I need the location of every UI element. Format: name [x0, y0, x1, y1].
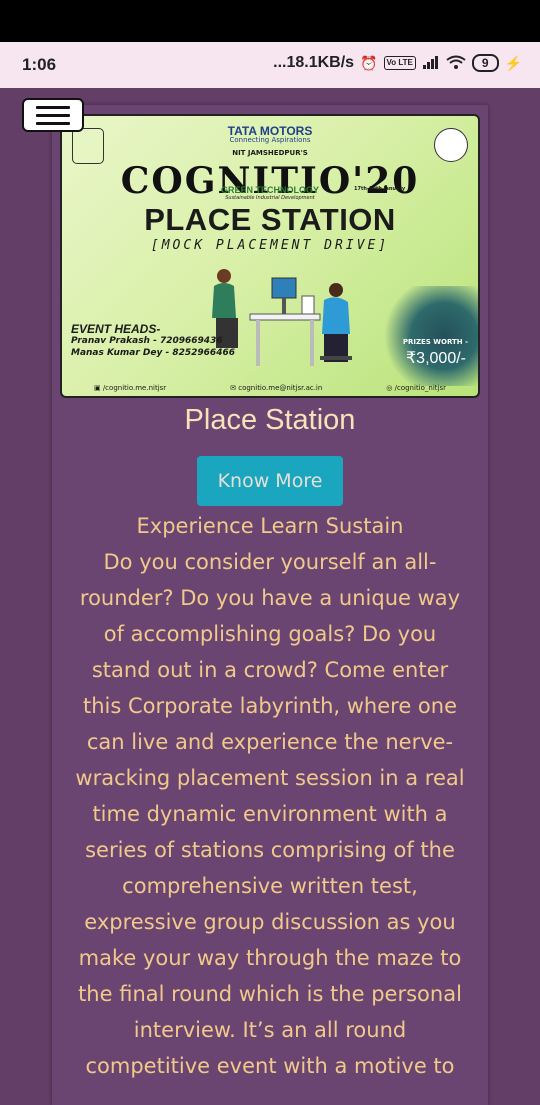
description-line: rounder? Do you have a unique way	[79, 586, 461, 610]
poster-dates: 17th-19th January	[354, 186, 406, 192]
description-line: make your way through the maze to	[78, 946, 462, 970]
signal-icon	[422, 55, 440, 72]
description-line: series of stations comprising of the	[85, 838, 455, 862]
poster-footer: ▣ /cognitio.me.nitjsr ✉ cognitio.me@nitj…	[62, 378, 478, 396]
email-contact: ✉ cognitio.me@nitjsr.ac.in	[230, 384, 322, 392]
hamburger-menu-button[interactable]	[22, 98, 84, 132]
poster-college: NIT JAMSHEDPUR'S	[232, 149, 308, 157]
instagram-handle: ◎ /cognitio_nitjsr	[386, 384, 446, 392]
email-text: cognitio.me@nitjsr.ac.in	[238, 384, 323, 392]
top-black-bar	[0, 0, 540, 42]
battery-icon: 9	[471, 54, 499, 72]
description-line: interview. It’s an all round	[133, 1018, 407, 1042]
status-icons: ...18.1KB/s ⏰ Vo LTE 9 ⚡	[273, 54, 522, 72]
event-poster: TATA MOTORS Connecting Aspirations NIT J…	[60, 114, 480, 398]
network-speed: ...18.1KB/s	[273, 54, 355, 71]
event-tagline: Experience Learn Sustain	[136, 514, 404, 538]
volte-icon: Vo LTE	[383, 56, 416, 70]
description-line: Do you consider yourself an all-	[103, 550, 437, 574]
facebook-handle-text: /cognitio.me.nitjsr	[102, 384, 167, 392]
office-illustration-icon	[212, 269, 352, 366]
status-bar: 1:06 ...18.1KB/s ⏰ Vo LTE 9 ⚡	[0, 42, 540, 88]
menu-bar-icon	[36, 105, 70, 109]
poster-theme-sub: Sustainable Industrial Development	[225, 195, 315, 201]
facebook-icon: ▣	[93, 384, 101, 392]
wifi-icon	[446, 55, 466, 72]
poster-event-title: PLACE STATION	[144, 202, 396, 237]
poster-event-subtitle: [MOCK PLACEMENT DRIVE]	[150, 238, 390, 253]
poster-head-1: Pranav Prakash - 7209669436	[71, 336, 223, 346]
poster-head-2: Manas Kumar Dey - 8252966466	[71, 348, 235, 358]
facebook-handle: ▣ /cognitio.me.nitjsr	[94, 384, 166, 392]
description-line: stand out in a crowd? Come enter	[91, 658, 449, 682]
instagram-handle-text: /cognitio_nitjsr	[394, 384, 447, 392]
description-line: of accomplishing goals? Do you	[103, 622, 437, 646]
alarm-icon: ⏰	[360, 54, 378, 71]
poster-theme: GREEN TECHNOLOGY	[220, 185, 319, 195]
event-title: Place Station	[184, 404, 356, 436]
ink-splash-decoration	[378, 286, 478, 386]
instagram-icon: ◎	[386, 384, 393, 392]
poster-prizes-label: PRIZES WORTH -	[402, 338, 468, 346]
poster-heads-label: EVENT HEADS-	[71, 322, 161, 336]
status-time: 1:06	[22, 55, 57, 74]
email-icon: ✉	[230, 384, 236, 392]
description-line: competitive event with a motive to	[85, 1054, 455, 1078]
poster-sponsor-tagline: Connecting Aspirations	[229, 136, 311, 144]
description-line: expressive group discussion as you	[84, 910, 456, 934]
event-description: Do you consider yourself an all- rounder…	[52, 544, 488, 1084]
description-line: comprehensive written test,	[122, 874, 418, 898]
menu-bar-icon	[36, 113, 70, 117]
description-line: wracking placement session in a real	[75, 766, 465, 790]
know-more-button[interactable]: Know More	[197, 456, 343, 506]
charging-icon: ⚡	[504, 54, 522, 71]
description-line: time dynamic environment with a	[92, 802, 448, 826]
poster-prizes-amount: ₹3,000/-	[406, 350, 466, 367]
menu-bar-icon	[36, 121, 70, 125]
description-line: the final round which is the personal	[78, 982, 462, 1006]
description-line: can live and experience the nerve-	[86, 730, 454, 754]
description-line: this Corporate labyrinth, where one	[82, 694, 458, 718]
